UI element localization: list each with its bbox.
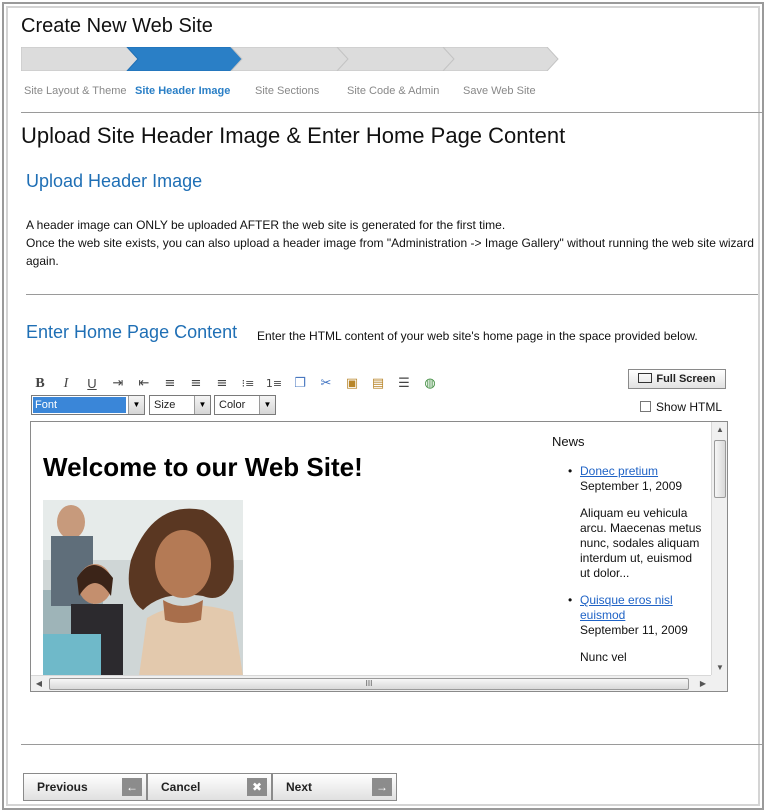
step-label-header-image[interactable]: Site Header Image xyxy=(135,85,230,97)
full-screen-label: Full Screen xyxy=(656,373,716,385)
vertical-scrollbar[interactable]: ▲ ▼ xyxy=(711,422,727,676)
numbered-list-icon[interactable]: 1≡ xyxy=(265,375,283,393)
news-date: September 1, 2009 xyxy=(580,479,683,493)
step-4-arrow[interactable] xyxy=(336,47,455,71)
scroll-right-icon[interactable]: ▶ xyxy=(695,676,711,691)
page-title: Upload Site Header Image & Enter Home Pa… xyxy=(21,123,566,148)
underline-icon[interactable]: U xyxy=(83,375,101,393)
fullscreen-icon xyxy=(638,373,653,383)
content-heading: Welcome to our Web Site! xyxy=(43,452,363,482)
header-image-title: Upload Header Image xyxy=(26,171,203,191)
chevron-down-icon[interactable]: ▼ xyxy=(194,396,210,414)
chevron-down-icon[interactable]: ▼ xyxy=(259,396,275,414)
step-1-arrow[interactable] xyxy=(21,47,139,71)
news-date: September 11, 2009 xyxy=(580,623,688,637)
news-item: • Quisque eros nisl euismod September 11… xyxy=(568,593,710,665)
show-html-checkbox[interactable] xyxy=(640,401,651,412)
color-select-value: Color xyxy=(219,399,246,411)
instruction-line-2: Once the web site exists, you can also u… xyxy=(26,236,754,268)
news-excerpt: Nunc vel xyxy=(580,650,627,664)
scroll-down-icon[interactable]: ▼ xyxy=(712,660,727,676)
wizard-step-labels: Site Layout & Theme Site Header Image Si… xyxy=(21,85,581,101)
step-label-site-sections[interactable]: Site Sections xyxy=(255,85,319,97)
news-item: • Donec pretium September 1, 2009 Aliqua… xyxy=(568,464,710,581)
align-right-icon[interactable]: ≡ xyxy=(213,375,231,393)
cancel-label: Cancel xyxy=(161,780,201,794)
news-title: News xyxy=(552,434,585,449)
news-link[interactable]: Donec pretium xyxy=(580,464,658,478)
header-image-instructions: A header image can ONLY be uploaded AFTE… xyxy=(26,216,761,270)
step-3-arrow[interactable] xyxy=(230,47,349,71)
news-link[interactable]: Quisque eros nisl euismod xyxy=(580,593,673,622)
step-label-site-layout[interactable]: Site Layout & Theme xyxy=(24,85,127,97)
paste-word-icon[interactable]: ▤ xyxy=(369,375,387,393)
align-left-icon[interactable]: ≡ xyxy=(161,375,179,393)
scroll-corner xyxy=(711,675,727,691)
show-html-toggle[interactable]: Show HTML xyxy=(640,400,722,414)
align-center-icon[interactable]: ≡ xyxy=(187,375,205,393)
home-content-note: Enter the HTML content of your web site'… xyxy=(257,329,698,343)
cut-icon[interactable]: ✂ xyxy=(317,375,335,393)
outdent-icon[interactable]: ⇤ xyxy=(135,375,153,393)
html-editor[interactable]: Welcome to our Web Site! News • Donec pr… xyxy=(30,421,728,692)
news-excerpt: Aliquam eu vehicula arcu. Maecenas metus… xyxy=(580,506,702,580)
color-select[interactable]: Color ▼ xyxy=(214,395,276,415)
scroll-up-icon[interactable]: ▲ xyxy=(712,422,727,438)
divider xyxy=(26,294,758,295)
full-screen-button[interactable]: Full Screen xyxy=(628,369,726,389)
insert-image-icon[interactable]: ◍ xyxy=(421,375,439,393)
step-label-site-code[interactable]: Site Code & Admin xyxy=(347,85,439,97)
size-select-value: Size xyxy=(154,399,176,411)
editor-content-area[interactable]: Welcome to our Web Site! News • Donec pr… xyxy=(31,422,711,676)
scroll-thumb[interactable]: III xyxy=(49,678,689,690)
step-5-arrow[interactable] xyxy=(442,47,559,71)
wizard-window: Create New Web Site Site Layout & Theme … xyxy=(2,2,764,810)
horizontal-scrollbar[interactable]: ◀ III ▶ xyxy=(31,675,711,691)
previous-button[interactable]: Previous ← xyxy=(23,773,147,801)
italic-icon[interactable]: I xyxy=(57,375,75,393)
wizard-progress-bar xyxy=(21,47,559,71)
news-list: • Donec pretium September 1, 2009 Aliqua… xyxy=(568,464,710,676)
divider xyxy=(21,112,763,113)
bullet-list-icon[interactable]: ⁝≡ xyxy=(239,375,257,393)
cancel-button[interactable]: Cancel ✖ xyxy=(147,773,272,801)
copy-icon[interactable]: ❐ xyxy=(291,375,309,393)
show-html-label: Show HTML xyxy=(656,400,723,414)
next-label: Next xyxy=(286,780,313,794)
next-button[interactable]: Next → xyxy=(272,773,397,801)
bold-icon[interactable]: B xyxy=(31,375,49,393)
content-photo xyxy=(43,500,243,676)
font-select[interactable]: Font ▼ xyxy=(31,395,145,415)
wizard-title: Create New Web Site xyxy=(21,15,213,37)
home-content-title: Enter Home Page Content xyxy=(26,322,238,342)
size-select[interactable]: Size ▼ xyxy=(149,395,211,415)
indent-icon[interactable]: ⇥ xyxy=(109,375,127,393)
step-label-save[interactable]: Save Web Site xyxy=(463,85,536,97)
step-2-arrow[interactable] xyxy=(126,47,243,71)
arrow-left-icon: ← xyxy=(122,778,142,796)
instruction-line-1: A header image can ONLY be uploaded AFTE… xyxy=(26,218,506,232)
divider xyxy=(21,744,763,745)
scroll-thumb[interactable] xyxy=(714,440,726,498)
insert-rule-icon[interactable]: ☰ xyxy=(395,375,413,393)
paste-icon[interactable]: ▣ xyxy=(343,375,361,393)
arrow-right-icon: → xyxy=(372,778,392,796)
font-select-value: Font xyxy=(33,397,126,413)
previous-label: Previous xyxy=(37,780,88,794)
chevron-down-icon[interactable]: ▼ xyxy=(128,396,144,414)
close-icon: ✖ xyxy=(247,778,267,796)
scroll-left-icon[interactable]: ◀ xyxy=(31,676,47,691)
wizard-content: Create New Web Site Site Layout & Theme … xyxy=(11,11,763,809)
